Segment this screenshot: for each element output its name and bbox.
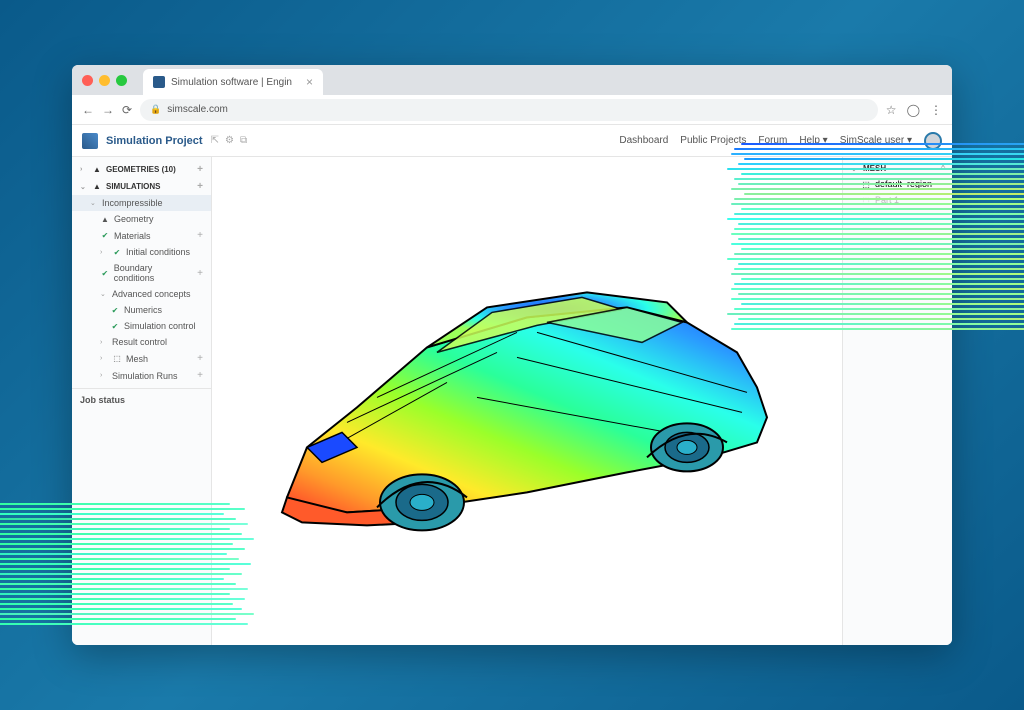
window-close-button[interactable] <box>82 75 93 86</box>
tree-item-incompressible[interactable]: ⌄ Incompressible <box>72 195 211 211</box>
star-icon[interactable]: ☆ <box>886 103 897 117</box>
tree-item-advanced-concepts[interactable]: ⌄ Advanced concepts <box>72 286 211 302</box>
job-status-section[interactable]: Job status <box>72 388 211 411</box>
panel-item-part1[interactable]: ⬚ Part 1 <box>843 192 952 208</box>
url-text: simscale.com <box>167 104 228 115</box>
nav-dashboard[interactable]: Dashboard <box>619 135 668 146</box>
share-icon[interactable]: ⇱ <box>211 135 219 146</box>
account-icon[interactable]: ◯ <box>907 103 920 117</box>
tree-item-initial-conditions[interactable]: › ✔ Initial conditions <box>72 244 211 260</box>
copy-icon[interactable]: ⧉ <box>240 135 247 146</box>
lock-icon: 🔒 <box>150 104 161 115</box>
url-bar: ← → ⟳ 🔒 simscale.com ☆ ◯ ⋮ <box>72 95 952 125</box>
nav-forward-icon[interactable]: → <box>102 103 114 117</box>
add-material-icon[interactable]: + <box>197 230 203 241</box>
panel-item-default-region[interactable]: ⬚ default_region <box>843 176 952 192</box>
sidebar: › ▲ GEOMETRIES (10) + ⌄ ▲ SIMULATIONS + … <box>72 157 212 645</box>
add-mesh-icon[interactable]: + <box>197 353 203 364</box>
nav-public-projects[interactable]: Public Projects <box>680 135 746 146</box>
tree-item-simulation-runs[interactable]: › Simulation Runs + <box>72 367 211 384</box>
menu-icon[interactable]: ⋮ <box>930 103 942 117</box>
tab-favicon <box>153 76 165 88</box>
panel-mesh-header[interactable]: ⌄ MESH <box>843 161 952 176</box>
url-input[interactable]: 🔒 simscale.com <box>140 99 878 121</box>
nav-forum[interactable]: Forum <box>758 135 787 146</box>
nav-reload-icon[interactable]: ⟳ <box>122 103 132 117</box>
add-geometry-icon[interactable]: + <box>197 164 203 175</box>
app-header: Simulation Project ⇱ ⚙ ⧉ Dashboard Publi… <box>72 125 952 157</box>
add-run-icon[interactable]: + <box>197 370 203 381</box>
tree-item-boundary-conditions[interactable]: ✔ Boundary conditions + <box>72 260 211 286</box>
tab-title: Simulation software | Engin <box>171 77 292 88</box>
viewport-3d[interactable] <box>212 157 842 645</box>
window-maximize-button[interactable] <box>116 75 127 86</box>
tree-item-simulation-control[interactable]: ✔ Simulation control <box>72 318 211 334</box>
title-bar: Simulation software | Engin × <box>72 65 952 95</box>
nav-help[interactable]: Help ▾ <box>799 135 827 146</box>
tree-item-geometry[interactable]: ▲ Geometry <box>72 211 211 227</box>
tree-item-numerics[interactable]: ✔ Numerics <box>72 302 211 318</box>
browser-tab[interactable]: Simulation software | Engin × <box>143 69 323 95</box>
panel-close-icon[interactable]: × <box>940 161 946 172</box>
settings-icon[interactable]: ⚙ <box>225 135 234 146</box>
add-boundary-icon[interactable]: + <box>197 268 203 279</box>
window-minimize-button[interactable] <box>99 75 110 86</box>
user-avatar[interactable] <box>924 132 942 150</box>
car-cfd-visualization <box>247 247 807 567</box>
browser-window: Simulation software | Engin × ← → ⟳ 🔒 si… <box>72 65 952 645</box>
app-title: Simulation Project <box>106 135 203 147</box>
tree-item-mesh[interactable]: › ⬚ Mesh + <box>72 350 211 367</box>
tree-geometries-header[interactable]: › ▲ GEOMETRIES (10) + <box>72 161 211 178</box>
tree-simulations-header[interactable]: ⌄ ▲ SIMULATIONS + <box>72 178 211 195</box>
tree-item-result-control[interactable]: › Result control <box>72 334 211 350</box>
nav-user[interactable]: SimScale user ▾ <box>840 135 912 146</box>
right-panel: × ⌄ MESH ⬚ default_region ⬚ Part 1 <box>842 157 952 645</box>
tree-item-materials[interactable]: ✔ Materials + <box>72 227 211 244</box>
add-simulation-icon[interactable]: + <box>197 181 203 192</box>
app-body: › ▲ GEOMETRIES (10) + ⌄ ▲ SIMULATIONS + … <box>72 157 952 645</box>
nav-back-icon[interactable]: ← <box>82 103 94 117</box>
tab-close-icon[interactable]: × <box>306 75 313 89</box>
app-logo <box>82 133 98 149</box>
